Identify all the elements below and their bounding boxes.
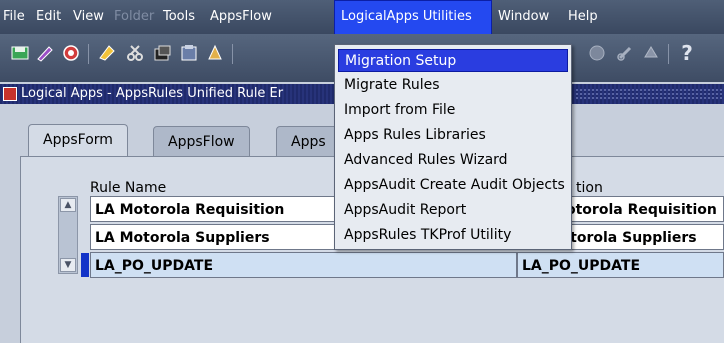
menu-item-tkprof-utility[interactable]: AppsRules TKProf Utility xyxy=(338,224,568,247)
menu-appsflow[interactable]: AppsFlow xyxy=(210,0,272,34)
scroll-down-button[interactable]: ▼ xyxy=(60,258,76,272)
toolbar-separator xyxy=(232,44,233,64)
menu-item-import-from-file[interactable]: Import from File xyxy=(338,99,568,122)
toolbar-separator xyxy=(668,44,669,64)
menu-view[interactable]: View xyxy=(73,0,104,34)
menu-item-appsaudit-report[interactable]: AppsAudit Report xyxy=(338,199,568,222)
column-header-description: tion xyxy=(576,180,603,196)
edit-icon[interactable] xyxy=(96,42,118,64)
table-row[interactable]: LA Motorola Requisition xyxy=(90,196,340,222)
scroll-up-button[interactable]: ▲ xyxy=(60,198,76,212)
window-title: Logical Apps - AppsRules Unified Rule Er xyxy=(21,86,284,101)
menu-help[interactable]: Help xyxy=(568,0,598,34)
settings-icon[interactable] xyxy=(640,42,662,64)
current-row-indicator xyxy=(81,253,89,277)
menu-window[interactable]: Window xyxy=(498,0,549,34)
menu-item-migrate-rules[interactable]: Migrate Rules xyxy=(338,74,568,97)
column-header-rule-name: Rule Name xyxy=(90,180,167,196)
menu-folder[interactable]: Folder xyxy=(114,0,154,34)
menu-item-migration-setup[interactable]: Migration Setup xyxy=(338,49,568,72)
menu-logicalapps-utilities[interactable]: LogicalApps Utilities xyxy=(334,0,492,34)
toolbar-separator xyxy=(88,44,89,64)
menu-edit[interactable]: Edit xyxy=(36,0,61,34)
print-icon[interactable] xyxy=(34,42,56,64)
menu-item-advanced-rules-wizard[interactable]: Advanced Rules Wizard xyxy=(338,149,568,172)
link-icon[interactable] xyxy=(614,42,636,64)
table-row-desc[interactable]: LA_PO_UPDATE xyxy=(517,252,724,278)
tab-appsflow[interactable]: AppsFlow xyxy=(153,126,250,156)
refresh-icon[interactable] xyxy=(60,42,82,64)
logicalapps-utilities-menu: Migration Setup Migrate Rules Import fro… xyxy=(334,44,572,250)
menu-tools[interactable]: Tools xyxy=(163,0,195,34)
paste-icon[interactable] xyxy=(178,42,200,64)
help-icon[interactable]: ? xyxy=(676,41,698,65)
menu-item-apps-rules-libraries[interactable]: Apps Rules Libraries xyxy=(338,124,568,147)
table-row[interactable]: LA Motorola Suppliers xyxy=(90,224,340,250)
globe-icon[interactable] xyxy=(586,42,608,64)
vertical-scrollbar[interactable]: ▲ ▼ xyxy=(58,196,78,274)
title-bar-pattern xyxy=(575,88,724,100)
cut-icon[interactable] xyxy=(124,42,146,64)
save-icon[interactable] xyxy=(10,42,32,64)
copy-icon[interactable] xyxy=(152,42,174,64)
menu-bar: File Edit View Folder Tools AppsFlow Log… xyxy=(0,0,724,35)
attach-icon[interactable] xyxy=(204,42,226,64)
table-row[interactable]: LA_PO_UPDATE xyxy=(90,252,517,278)
menu-file[interactable]: File xyxy=(3,0,25,34)
menu-item-appsaudit-create[interactable]: AppsAudit Create Audit Objects xyxy=(338,174,568,197)
oracle-logo-icon xyxy=(3,87,17,101)
tab-appsform[interactable]: AppsForm xyxy=(28,124,128,156)
